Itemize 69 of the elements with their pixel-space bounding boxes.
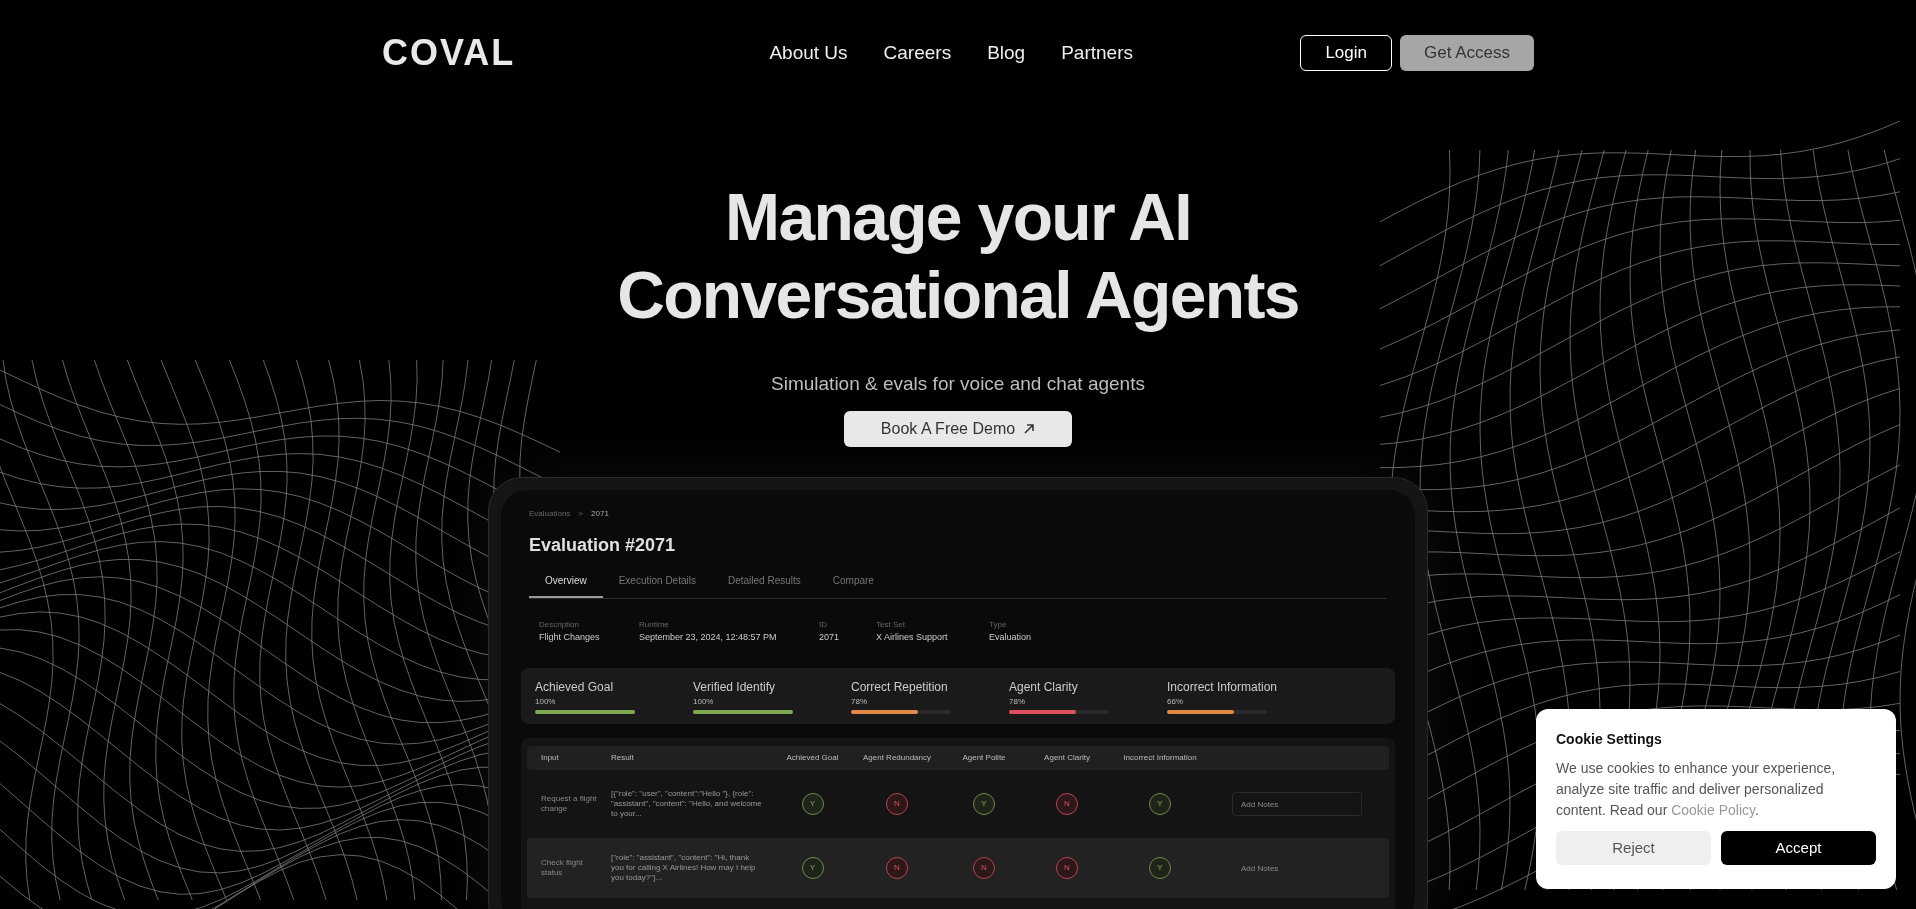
metric-reading: 66% — [1167, 696, 1184, 708]
column-header: Achieved Goal — [785, 752, 840, 764]
info-value: 2071 — [819, 630, 841, 644]
info-value: September 23, 2024, 12:48:57 PM — [639, 630, 778, 644]
metric-reading: 100% — [693, 696, 715, 708]
logo[interactable]: COVAL — [382, 26, 542, 80]
table-row[interactable]: Request a flight change [{"role": "user", "content":"Hello "}, {role": "assistant", "content": "Hello, and welcome to your... Y N Y N Y Add Notes — [527, 774, 1389, 834]
column-header: Input — [540, 752, 560, 764]
metric-name: Correct Repetition — [851, 679, 949, 696]
metric-name: Achieved Goal — [535, 679, 615, 696]
info-value: Evaluation — [989, 630, 1033, 644]
login-button[interactable]: Login — [1300, 35, 1392, 71]
nav-link[interactable]: Careers — [883, 38, 952, 68]
metric-reading: 78% — [1009, 696, 1026, 708]
info-label: Test Set — [876, 618, 906, 631]
score-badge: N — [886, 857, 908, 879]
column-header: Agent Redundancy — [861, 752, 933, 764]
arrow-up-right-icon — [1023, 422, 1036, 435]
reject-button[interactable]: Reject — [1556, 831, 1711, 865]
input-cell-text: Request a flight change — [540, 794, 598, 814]
table-row[interactable]: Check flight status ["role": "assistant", "content": "Hi, thank you for calling X Airlines! How may I help you today?"}... Y N N N Y Add Notes — [527, 838, 1389, 898]
cookie-title: Cookie Settings — [1556, 730, 1663, 749]
score-badge: Y — [1149, 857, 1171, 879]
evaluation-title: Evaluation #2071 — [529, 533, 677, 557]
result-cell-text: ["role": "assistant", "content": "Hi, thank you for calling X Airlines! How may I help you today?"}... — [611, 853, 757, 883]
cookie-text: We use cookies to enhance your experience, analyze site traffic and deliver personalized content. Read our Cookie Policy. — [1556, 759, 1837, 820]
column-header: Result — [611, 752, 635, 764]
breadcrumb-item[interactable]: Evaluations — [529, 507, 571, 520]
info-label: Description — [539, 618, 580, 631]
metric-reading: 100% — [535, 696, 557, 708]
breadcrumb-item: 2071 — [591, 507, 609, 520]
score-badge: Y — [801, 857, 824, 879]
input-cell-text: Check flight status — [540, 858, 584, 878]
score-badge: N — [973, 857, 995, 879]
metric-name: Incorrect Information — [1167, 679, 1279, 696]
tab[interactable]: Execution Details — [602, 568, 712, 598]
notes-field[interactable]: Add Notes — [1232, 856, 1362, 880]
score-badge: Y — [1149, 793, 1171, 815]
column-header: Incorrect Information — [1122, 752, 1198, 764]
info-label: Type — [989, 618, 1008, 631]
score-badge: N — [886, 793, 908, 815]
accept-button[interactable]: Accept — [1721, 831, 1876, 865]
nav-link[interactable]: Partners — [1061, 38, 1133, 68]
hero-title: Manage your AI — [725, 179, 1191, 256]
column-header: Agent Polite — [961, 752, 1007, 764]
nav-link[interactable]: Blog — [987, 38, 1026, 68]
nav-link[interactable]: About Us — [769, 38, 848, 68]
score-badge: Y — [973, 793, 995, 815]
tab[interactable]: Compare — [816, 568, 890, 598]
metric-reading: 78% — [851, 696, 868, 708]
metric-name: Verified Identify — [693, 679, 777, 696]
info-value: X Airlines Support — [876, 630, 949, 644]
info-label: ID — [819, 618, 828, 631]
tab[interactable]: Detailed Results — [711, 568, 817, 598]
book-demo-button[interactable]: Book A Free Demo — [844, 410, 1072, 447]
score-badge: N — [1056, 857, 1078, 879]
notes-field[interactable]: Add Notes — [1232, 792, 1362, 816]
info-value: Flight Changes — [539, 630, 601, 644]
info-label: Runtime — [639, 618, 670, 631]
hero-subtitle: Simulation & evals for voice and chat agents — [771, 372, 1145, 396]
tab[interactable]: Overview — [529, 568, 603, 598]
breadcrumb-item: > — [578, 507, 584, 520]
score-badge: N — [1056, 793, 1078, 815]
metric-name: Agent Clarity — [1009, 679, 1079, 696]
get-access-button[interactable]: Get Access — [1400, 35, 1534, 71]
result-cell-text: [{"role": "user", "content":"Hello "}, {role": "assistant", "content": "Hello, and welcome to your... — [611, 789, 763, 819]
column-header: Agent Clarity — [1043, 752, 1091, 764]
hero-title: Conversational Agents — [617, 257, 1299, 334]
score-badge: Y — [801, 793, 824, 815]
